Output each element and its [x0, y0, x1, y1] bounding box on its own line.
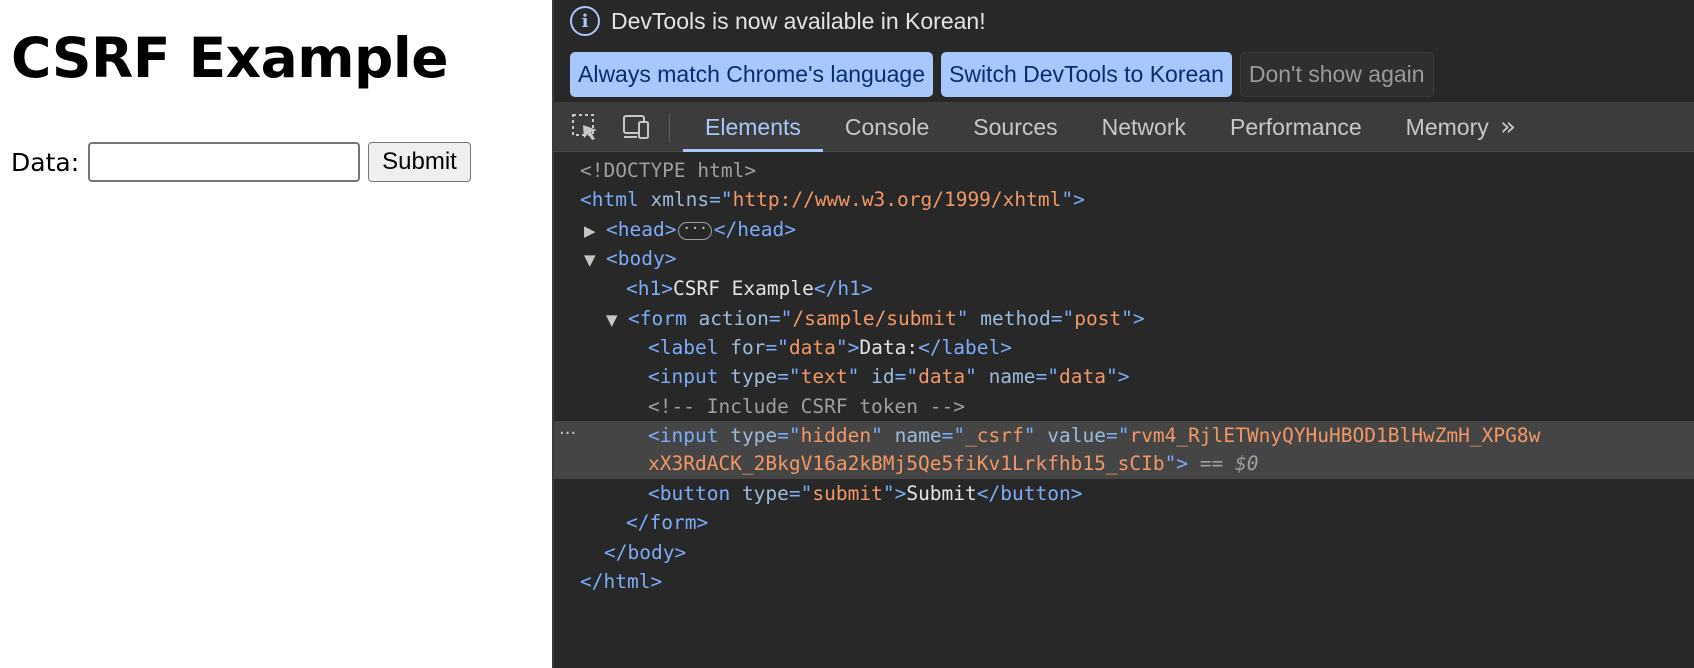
dom-node-input-text[interactable]: <input type="text" id="data" name="data"…	[554, 362, 1694, 392]
dom-node-head[interactable]: ▶ <head> ··· </head>	[554, 215, 1694, 245]
dom-node-input-hidden-selected[interactable]: ··· <input type="hidden" name="_csrf" va…	[554, 421, 1694, 479]
dom-node-form[interactable]: ▼ <form action="/sample/submit" method="p…	[554, 304, 1694, 334]
collapse-arrow-icon[interactable]: ▼	[584, 245, 606, 275]
language-infobar: i DevTools is now available in Korean! A…	[554, 0, 1694, 102]
switch-to-korean-button[interactable]: Switch DevTools to Korean	[941, 52, 1232, 97]
dom-node-html[interactable]: <html xmlns="http://www.w3.org/1999/xhtm…	[554, 185, 1694, 215]
dom-node-label[interactable]: <label for="data">Data:</label>	[554, 333, 1694, 363]
selected-node-marker: == $0	[1199, 452, 1259, 475]
devtools-tabs: Elements Console Sources Network Perform…	[683, 102, 1511, 152]
dom-node-body-close[interactable]: </body>	[554, 538, 1694, 568]
node-actions-icon[interactable]: ···	[559, 419, 576, 449]
page-title: CSRF Example	[11, 26, 449, 90]
devtools-panel: i DevTools is now available in Korean! A…	[552, 0, 1694, 668]
device-toolbar-icon[interactable]	[621, 112, 651, 142]
data-input[interactable]	[88, 142, 361, 182]
collapsed-ellipsis-icon[interactable]: ···	[678, 221, 712, 240]
always-match-language-button[interactable]: Always match Chrome's language	[570, 52, 933, 97]
dom-node-doctype[interactable]: <!DOCTYPE html>	[554, 156, 1694, 186]
devtools-toolbar: Elements Console Sources Network Perform…	[554, 102, 1694, 152]
dom-node-body[interactable]: ▼ <body>	[554, 244, 1694, 274]
infobar-message: DevTools is now available in Korean!	[611, 7, 986, 34]
dont-show-again-button[interactable]: Don't show again	[1239, 52, 1434, 97]
data-label: Data:	[11, 147, 80, 177]
toolbar-divider	[669, 114, 670, 142]
inspect-element-icon[interactable]	[570, 112, 600, 142]
expand-arrow-icon[interactable]: ▶	[584, 216, 606, 246]
dom-node-form-close[interactable]: </form>	[554, 508, 1694, 538]
dom-node-h1[interactable]: <h1>CSRF Example</h1>	[554, 274, 1694, 304]
info-icon: i	[570, 6, 600, 36]
more-tabs-icon[interactable]: »	[1500, 112, 1516, 142]
submit-button[interactable]: Submit	[368, 142, 471, 182]
dom-node-comment[interactable]: <!-- Include CSRF token -->	[554, 392, 1694, 422]
tab-elements[interactable]: Elements	[683, 102, 823, 152]
tab-memory[interactable]: Memory	[1384, 102, 1511, 152]
elements-tree: <!DOCTYPE html> <html xmlns="http://www.…	[554, 153, 1694, 668]
tab-network[interactable]: Network	[1080, 102, 1208, 152]
dom-node-button[interactable]: <button type="submit">Submit</button>	[554, 479, 1694, 509]
rendered-page: CSRF Example Data: Submit	[0, 0, 552, 668]
tab-performance[interactable]: Performance	[1208, 102, 1384, 152]
tab-sources[interactable]: Sources	[951, 102, 1079, 152]
dom-node-html-close[interactable]: </html>	[554, 567, 1694, 597]
csrf-form: Data: Submit	[11, 142, 471, 182]
tab-console[interactable]: Console	[823, 102, 951, 152]
collapse-arrow-icon[interactable]: ▼	[606, 305, 628, 335]
